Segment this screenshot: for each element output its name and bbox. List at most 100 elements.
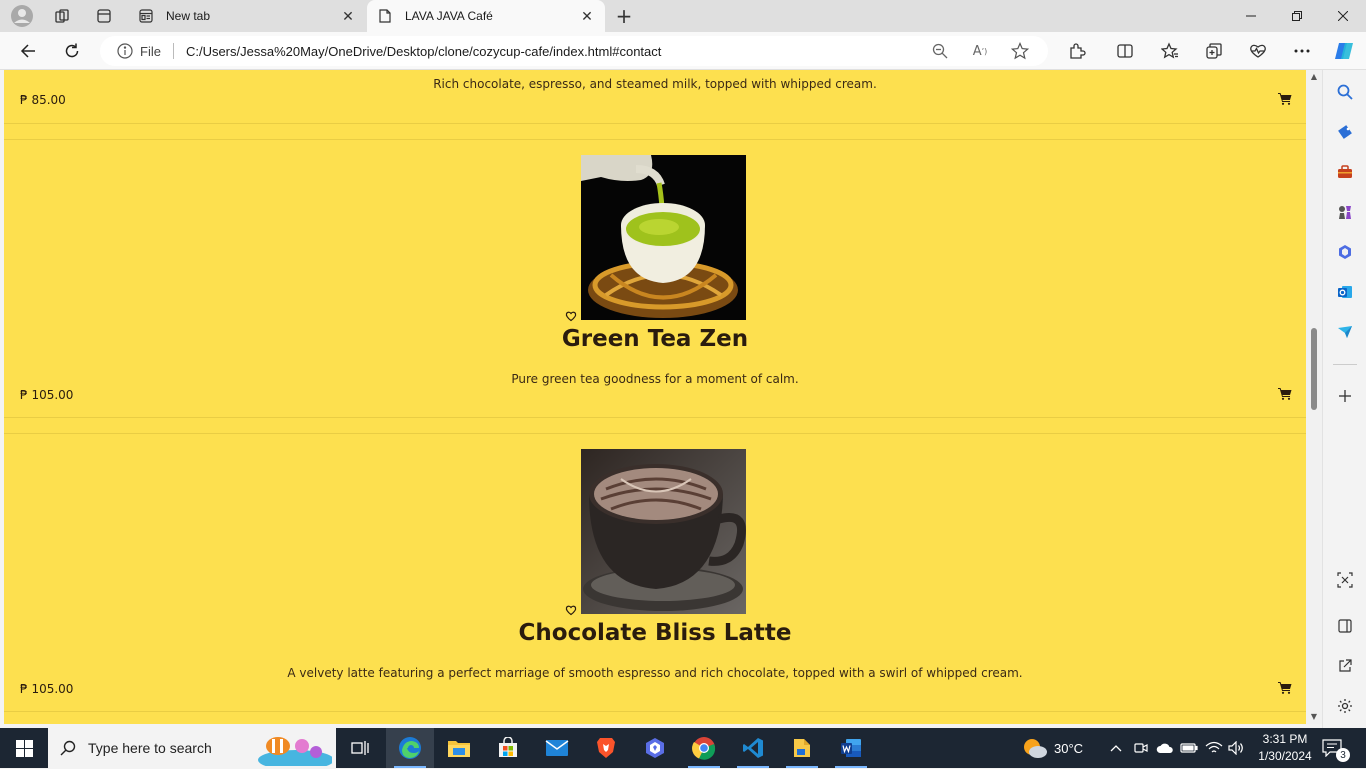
scrollbar-thumb[interactable] xyxy=(1311,328,1317,410)
restore-icon[interactable] xyxy=(1274,0,1320,32)
sidebar-external-icon[interactable] xyxy=(1335,656,1355,676)
task-view-icon[interactable] xyxy=(336,728,384,768)
minimize-icon[interactable] xyxy=(1228,0,1274,32)
extensions-icon[interactable] xyxy=(1063,37,1091,65)
sidebar-settings-gear-icon[interactable] xyxy=(1335,696,1355,716)
address-bar[interactable]: File C:/Users/Jessa%20May/OneDrive/Deskt… xyxy=(100,36,1048,66)
page-favicon-icon xyxy=(377,8,393,24)
item-price: ₱ 105.00 xyxy=(20,388,74,402)
taskbar-chrome-icon[interactable] xyxy=(680,728,728,768)
back-arrow-icon[interactable] xyxy=(14,37,42,65)
volume-icon[interactable] xyxy=(1228,728,1244,768)
item-name: Chocolate Bliss Latte xyxy=(518,620,792,646)
notification-center[interactable]: 3 xyxy=(1322,728,1356,768)
sidebar-m365-icon[interactable] xyxy=(1335,242,1355,262)
close-tab-icon[interactable]: ✕ xyxy=(340,8,356,24)
split-screen-icon[interactable] xyxy=(1111,37,1139,65)
zoom-out-icon[interactable] xyxy=(928,39,952,63)
add-to-cart-icon[interactable] xyxy=(1278,388,1292,400)
taskbar-clock[interactable]: 3:31 PM 1/30/2024 xyxy=(1250,731,1320,765)
navigation-bar: File C:/Users/Jessa%20May/OneDrive/Deskt… xyxy=(0,32,1366,70)
item-name: Green Tea Zen xyxy=(561,326,749,352)
tab-strip: New tab ✕ LAVA JAVA Café ✕ + xyxy=(0,0,1366,32)
page-scrollbar[interactable]: ▲ ▼ xyxy=(1306,70,1322,724)
tab-lava-java[interactable]: LAVA JAVA Café ✕ xyxy=(367,0,605,32)
battery-icon[interactable] xyxy=(1180,728,1198,768)
performance-heart-icon[interactable] xyxy=(1244,37,1272,65)
clock-date: 1/30/2024 xyxy=(1258,749,1312,763)
tab-title: New tab xyxy=(166,9,211,23)
item-description: Pure green tea goodness for a moment of … xyxy=(511,372,799,386)
favorite-star-icon[interactable] xyxy=(1008,39,1032,63)
address-divider xyxy=(172,43,174,59)
weather-widget[interactable]: 30°C xyxy=(1022,728,1083,768)
sidebar-search-icon[interactable] xyxy=(1335,82,1355,102)
sidebar-toggle-icon[interactable] xyxy=(1335,616,1355,636)
sidebar-add-icon[interactable] xyxy=(1335,386,1355,406)
taskbar-store-icon[interactable] xyxy=(484,728,532,768)
page-viewport: Rich chocolate, espresso, and steamed mi… xyxy=(4,70,1306,724)
weather-temp: 30°C xyxy=(1054,740,1084,756)
settings-more-icon[interactable] xyxy=(1288,37,1316,65)
add-to-cart-icon[interactable] xyxy=(1278,93,1292,105)
refresh-icon[interactable] xyxy=(58,37,86,65)
favorite-heart-icon[interactable] xyxy=(565,604,577,616)
sidebar-games-icon[interactable] xyxy=(1335,202,1355,222)
search-placeholder: Type here to search xyxy=(88,740,212,756)
onedrive-icon[interactable] xyxy=(1156,728,1174,768)
item-description: Rich chocolate, espresso, and steamed mi… xyxy=(433,77,877,91)
taskbar-app-icon[interactable] xyxy=(631,728,679,768)
url-text[interactable]: C:/Users/Jessa%20May/OneDrive/Desktop/cl… xyxy=(186,44,928,59)
taskbar-mail-icon[interactable] xyxy=(533,728,581,768)
windows-taskbar: Type here to search 30°C 3:31 PM 1/30/20… xyxy=(0,728,1366,769)
close-window-icon[interactable] xyxy=(1320,0,1366,32)
add-to-cart-icon[interactable] xyxy=(1278,682,1292,694)
show-hidden-icons[interactable] xyxy=(1110,728,1122,768)
taskbar-files-icon[interactable] xyxy=(778,728,826,768)
taskbar-file-explorer-icon[interactable] xyxy=(435,728,483,768)
favorite-heart-icon[interactable] xyxy=(565,310,577,322)
workspaces-icon[interactable] xyxy=(50,4,74,28)
sidebar-drop-icon[interactable] xyxy=(1335,322,1355,342)
scheme-label: File xyxy=(140,43,161,59)
notification-badge: 3 xyxy=(1336,748,1350,762)
site-info-icon[interactable] xyxy=(116,42,134,60)
taskbar-search-box[interactable]: Type here to search xyxy=(48,728,336,769)
chevron-up-icon xyxy=(1110,745,1122,752)
sidebar-outlook-icon[interactable] xyxy=(1335,282,1355,302)
meet-now-icon[interactable] xyxy=(1134,728,1148,768)
menu-card: Chocolate Bliss Latte A velvety latte fe… xyxy=(4,433,1306,712)
sidebar-divider xyxy=(1333,364,1357,365)
item-price: ₱ 85.00 xyxy=(20,93,66,107)
weather-sun-cloud-icon xyxy=(1024,739,1047,758)
read-aloud-icon[interactable]: A ʼ) xyxy=(968,39,992,63)
tab-title: LAVA JAVA Café xyxy=(405,9,493,23)
scroll-down-arrow-icon[interactable]: ▼ xyxy=(1309,712,1319,722)
favorites-icon[interactable] xyxy=(1156,37,1184,65)
wifi-icon[interactable] xyxy=(1205,728,1223,768)
taskbar-brave-icon[interactable] xyxy=(582,728,630,768)
sidebar-shopping-icon[interactable] xyxy=(1335,122,1355,142)
collections-icon[interactable] xyxy=(1200,37,1228,65)
close-tab-icon[interactable]: ✕ xyxy=(579,8,595,24)
search-highlight-icon xyxy=(256,730,334,769)
green-tea-image xyxy=(581,155,746,320)
edge-sidebar xyxy=(1322,70,1366,728)
copilot-icon[interactable] xyxy=(1330,37,1358,65)
profile-icon[interactable] xyxy=(10,4,34,28)
taskbar-vscode-icon[interactable] xyxy=(729,728,777,768)
menu-card: Rich chocolate, espresso, and steamed mi… xyxy=(4,70,1306,124)
clock-time: 3:31 PM xyxy=(1262,732,1308,746)
taskbar-word-icon[interactable] xyxy=(827,728,875,768)
scroll-up-arrow-icon[interactable]: ▲ xyxy=(1309,72,1319,82)
sidebar-tools-icon[interactable] xyxy=(1335,162,1355,182)
taskbar-edge-icon[interactable] xyxy=(386,728,434,768)
tab-actions-icon[interactable] xyxy=(92,4,116,28)
item-description: A velvety latte featuring a perfect marr… xyxy=(287,666,1023,680)
item-price: ₱ 105.00 xyxy=(20,682,74,696)
menu-card: Green Tea Zen Pure green tea goodness fo… xyxy=(4,139,1306,418)
start-button[interactable] xyxy=(0,728,48,768)
sidebar-screenshot-icon[interactable] xyxy=(1335,570,1355,590)
tab-new-tab[interactable]: New tab ✕ xyxy=(128,0,366,32)
new-tab-plus-icon[interactable]: + xyxy=(612,4,636,28)
